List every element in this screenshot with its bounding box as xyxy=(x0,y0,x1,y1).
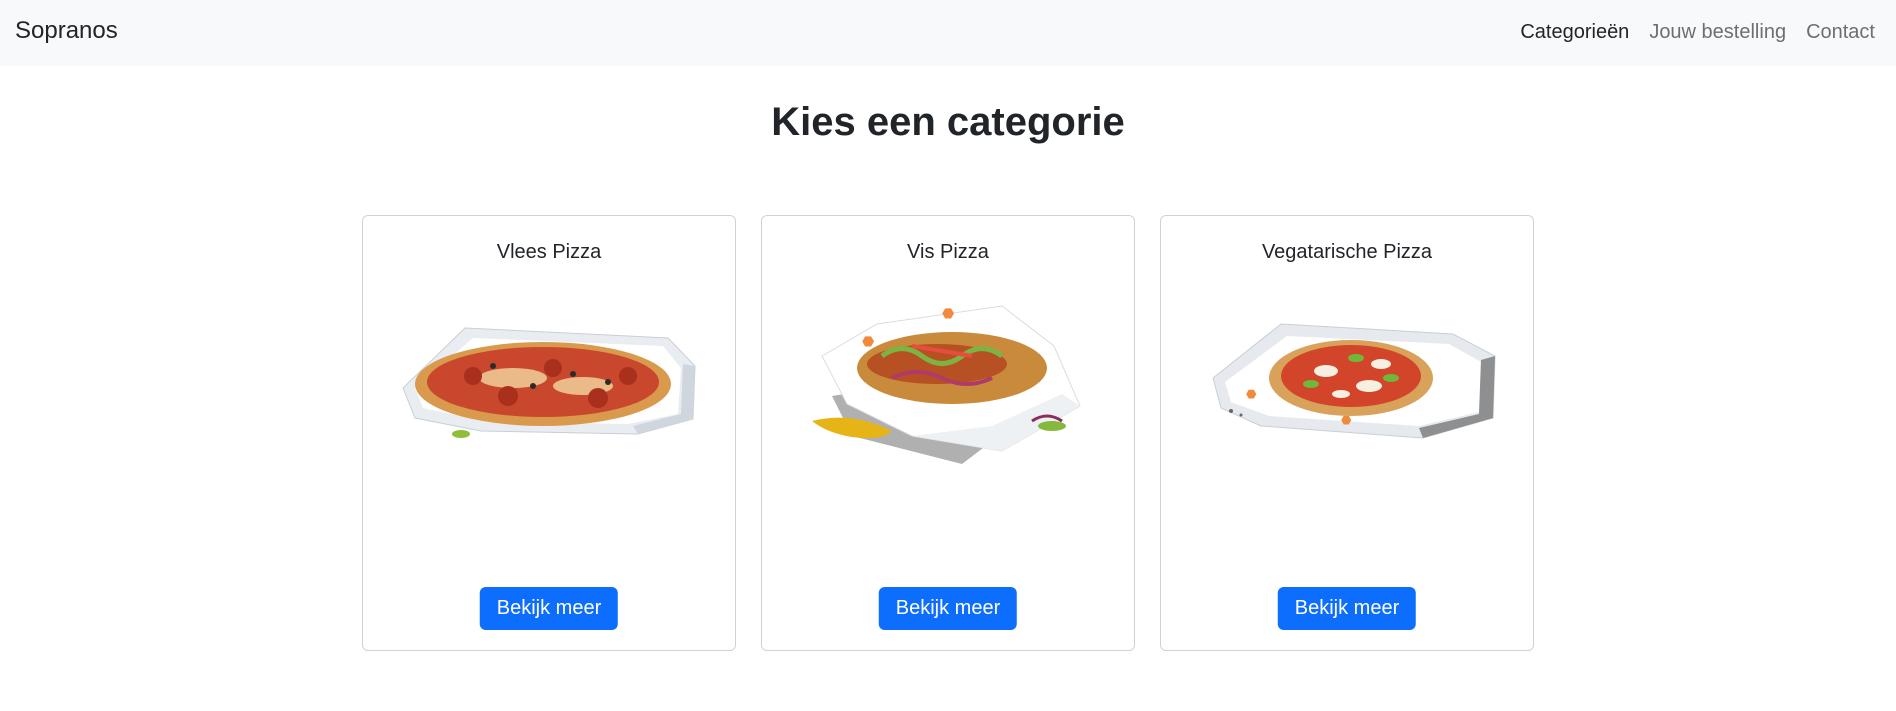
navbar: Sopranos Categorieën Jouw bestelling Con… xyxy=(0,0,1896,66)
bekijk-meer-button[interactable]: Bekijk meer xyxy=(1277,587,1417,630)
nav-link-categorieen[interactable]: Categorieën xyxy=(1520,21,1629,44)
page-title: Kies een categorie xyxy=(771,100,1125,144)
svg-text:⬣: ⬣ xyxy=(1246,387,1257,401)
card-title: Vis Pizza xyxy=(907,241,989,263)
category-cards: Vlees Pizza Bekijk meer Vis Pizza ⬣ ⬣ Be… xyxy=(362,215,1534,651)
bekijk-meer-button[interactable]: Bekijk meer xyxy=(479,587,619,630)
nav-links: Categorieën Jouw bestelling Contact xyxy=(1520,21,1875,44)
meat-pizza-image xyxy=(402,327,696,438)
brand-link[interactable]: Sopranos xyxy=(15,17,118,45)
category-card-vegatarisch: Vegatarische Pizza ⬣ ⬣ ⬣ Bekijk meer xyxy=(1160,215,1534,651)
card-title: Vlees Pizza xyxy=(496,241,602,263)
category-card-vlees: Vlees Pizza Bekijk meer xyxy=(362,215,736,651)
fish-pizza-image: ⬣ ⬣ xyxy=(812,305,1081,464)
category-card-vis: Vis Pizza ⬣ ⬣ Bekijk meer xyxy=(761,215,1135,651)
nav-link-contact[interactable]: Contact xyxy=(1806,21,1875,44)
svg-text:⬣: ⬣ xyxy=(942,306,954,322)
card-title: Vegatarische Pizza xyxy=(1261,241,1433,263)
bekijk-meer-button[interactable]: Bekijk meer xyxy=(878,587,1018,630)
nav-link-jouw-bestelling[interactable]: Jouw bestelling xyxy=(1649,21,1786,44)
svg-text:⬣: ⬣ xyxy=(862,334,874,350)
veggie-pizza-image: ⬣ ⬣ ⬣ xyxy=(1212,323,1496,439)
